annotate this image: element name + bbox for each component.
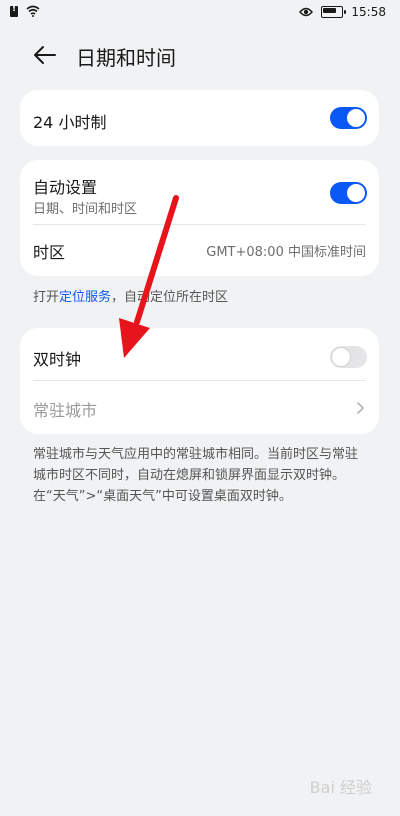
location-hint: 打开定位服务，自动定位所在时区 [33, 286, 228, 305]
page-title: 日期和时间 [76, 46, 176, 70]
card-auto-timezone: 自动设置 日期、时间和时区 时区 GMT+08:00 中国标准时间 [20, 160, 379, 276]
hour24-toggle[interactable] [330, 107, 367, 129]
dual-clock-description: 常驻城市与天气应用中的常驻城市相同。当前时区与常驻城市时区不同时，自动在熄屏和锁… [33, 447, 359, 504]
toggle-knob [347, 109, 365, 127]
hint-suffix: ，自动定位所在时区 [111, 290, 229, 305]
battery-icon [321, 6, 347, 18]
row-24-hour[interactable]: 24 小时制 [20, 90, 379, 146]
timezone-value: GMT+08:00 中国标准时间 [206, 245, 366, 260]
wifi-icon [26, 5, 40, 17]
status-left [10, 4, 40, 17]
header: 日期和时间 [0, 30, 400, 78]
location-service-link[interactable]: 定位服务 [59, 290, 111, 305]
chevron-right-icon [357, 402, 364, 414]
eye-comfort-icon [299, 7, 314, 17]
watermark-logo: Bai 经验 [309, 778, 372, 797]
row-auto-set[interactable]: 自动设置 日期、时间和时区 [20, 160, 379, 224]
auto-set-label: 自动设置 [33, 178, 98, 197]
status-bar: 15:58 [0, 0, 400, 26]
card-dual-clock: 双时钟 常驻城市 [20, 328, 379, 434]
dual-clock-toggle[interactable] [330, 346, 367, 368]
status-right: 15:58 [299, 5, 386, 19]
timezone-label: 时区 [33, 243, 66, 262]
row-home-city[interactable]: 常驻城市 [20, 381, 379, 434]
auto-set-toggle[interactable] [330, 182, 367, 204]
sim-alert-icon [10, 4, 18, 17]
toggle-knob [347, 184, 365, 202]
auto-set-sublabel: 日期、时间和时区 [33, 202, 138, 217]
status-time: 15:58 [351, 5, 386, 19]
row-dual-clock[interactable]: 双时钟 [20, 328, 379, 380]
toggle-knob [332, 348, 350, 366]
row-timezone[interactable]: 时区 GMT+08:00 中国标准时间 [20, 225, 379, 276]
hint-prefix: 打开 [33, 290, 60, 305]
back-arrow-icon[interactable] [30, 40, 60, 70]
dual-clock-label: 双时钟 [33, 350, 82, 369]
hour24-label: 24 小时制 [33, 113, 107, 132]
card-24-hour: 24 小时制 [20, 90, 379, 146]
home-city-label: 常驻城市 [33, 401, 98, 420]
